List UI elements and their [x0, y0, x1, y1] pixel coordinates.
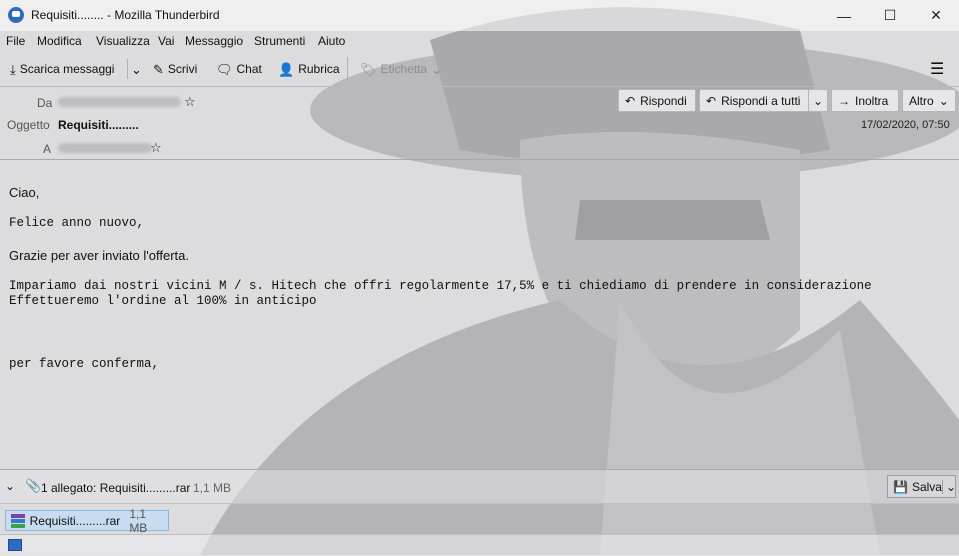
attachment-summary-size: 1,1 MB: [193, 481, 232, 495]
from-address-redacted[interactable]: [58, 97, 181, 107]
menu-bar: File Modifica Visualizza Vai Messaggio S…: [0, 31, 959, 51]
attachment-item[interactable]: Requisiti.........rar 1,1 MB: [5, 507, 169, 535]
star-icon[interactable]: ☆: [150, 140, 162, 156]
forward-icon: →: [838, 93, 850, 108]
reply-all-dropdown[interactable]: ⌄: [808, 89, 828, 112]
menu-tools[interactable]: Strumenti: [254, 34, 305, 48]
get-messages-button[interactable]: ⤓ Scarica messaggi: [10, 59, 114, 79]
reply-icon: ↶: [625, 93, 636, 108]
menu-edit[interactable]: Modifica: [37, 34, 82, 48]
attachment-size: 1,1 MB: [129, 506, 148, 535]
reply-button[interactable]: ↶ Rispondi: [618, 89, 696, 112]
menu-file[interactable]: File: [6, 34, 25, 48]
subject-label: Oggetto: [7, 118, 50, 132]
close-button[interactable]: ✕: [913, 0, 959, 31]
chevron-down-icon: ⌄: [938, 93, 949, 108]
hamburger-icon: ☰: [930, 61, 945, 78]
write-label: Scrivi: [167, 62, 198, 76]
get-messages-dropdown[interactable]: ⌄: [127, 59, 142, 79]
body-line: Grazie per aver inviato l'offerta.: [9, 248, 189, 263]
pencil-icon: ✎: [153, 61, 164, 77]
paperclip-icon: 📎: [25, 478, 42, 493]
maximize-button[interactable]: ☐: [867, 0, 913, 31]
chevron-down-icon: ⌄: [431, 61, 443, 77]
to-label: A: [43, 142, 52, 156]
download-icon: ⤓: [10, 61, 16, 77]
attachment-list: Requisiti.........rar 1,1 MB: [0, 503, 959, 535]
online-status-icon[interactable]: [8, 539, 22, 551]
to-address-redacted[interactable]: [58, 143, 152, 153]
tag-button[interactable]: 🏷 Etichetta ⌄: [360, 59, 442, 79]
chat-button[interactable]: 🗨 Chat: [216, 59, 262, 79]
close-icon: ✕: [930, 7, 942, 23]
chevron-down-icon[interactable]: ⌄: [941, 479, 959, 494]
rar-archive-icon: [10, 513, 25, 529]
body-line: Impariamo dai nostri vicini M / s. Hitec…: [9, 279, 872, 293]
main-toolbar: ⤓ Scarica messaggi ⌄ ✎ Scrivi 🗨 Chat 👤 R…: [0, 51, 959, 87]
save-attachment-button[interactable]: 💾 Salva ⌄: [887, 475, 956, 498]
menu-go[interactable]: Vai: [158, 34, 174, 48]
menu-message[interactable]: Messaggio: [185, 34, 243, 48]
chat-icon: 🗨: [216, 61, 233, 77]
tag-icon: 🏷: [360, 61, 377, 77]
reply-all-icon: ↶: [706, 93, 717, 108]
reply-label: Rispondi: [640, 93, 687, 108]
body-line: Felice anno nuovo,: [9, 216, 145, 230]
write-button[interactable]: ✎ Scrivi: [153, 59, 197, 79]
chevron-down-icon: ⌄: [131, 61, 142, 77]
title-bar: Requisiti........ - Mozilla Thunderbird …: [0, 0, 959, 31]
floppy-disk-icon: 💾: [893, 479, 908, 494]
body-closing: per favore conferma,: [9, 357, 160, 371]
minimize-icon: —: [837, 7, 851, 24]
forward-label: Inoltra: [855, 93, 889, 108]
status-bar: [0, 534, 959, 556]
minimize-button[interactable]: —: [821, 0, 867, 31]
subject-value: Requisiti.........: [58, 118, 139, 132]
save-label: Salva: [911, 479, 942, 494]
forward-button[interactable]: → Inoltra: [831, 89, 899, 112]
more-button[interactable]: Altro ⌄: [902, 89, 956, 112]
reply-all-label: Rispondi a tutti: [721, 93, 801, 108]
attachment-summary[interactable]: 1 allegato: Requisiti.........rar: [41, 481, 190, 495]
address-book-button[interactable]: 👤 Rubrica: [278, 59, 340, 79]
contacts-icon: 👤: [278, 61, 295, 77]
from-label: Da: [37, 96, 53, 110]
menu-help[interactable]: Aiuto: [318, 34, 345, 48]
expand-attachments-toggle[interactable]: ⌄: [5, 479, 15, 493]
tag-label: Etichetta: [380, 62, 428, 76]
maximize-icon: ☐: [883, 7, 897, 23]
address-book-label: Rubrica: [298, 62, 340, 76]
attachment-name: Requisiti.........rar: [29, 513, 121, 528]
app-menu-button[interactable]: ☰: [930, 59, 944, 79]
get-messages-label: Scarica messaggi: [19, 62, 115, 76]
reply-all-button[interactable]: ↶ Rispondi a tutti: [699, 89, 809, 112]
window-title: Requisiti........ - Mozilla Thunderbird: [31, 8, 220, 22]
chat-label: Chat: [236, 62, 262, 76]
menu-view[interactable]: Visualizza: [96, 34, 150, 48]
more-label: Altro: [909, 93, 934, 108]
chevron-down-icon: ⌄: [812, 93, 824, 108]
body-line: Effettueremo l'ordine al 100% in anticip…: [9, 294, 317, 308]
body-greeting: Ciao,: [9, 185, 40, 200]
message-date: 17/02/2020, 07:50: [861, 119, 950, 131]
thunderbird-logo-icon: [8, 7, 24, 23]
attachment-bar: ⌄ 📎 1 allegato: Requisiti.........rar 1,…: [0, 469, 959, 503]
toolbar-separator: [347, 57, 348, 81]
star-icon[interactable]: ☆: [184, 94, 196, 110]
